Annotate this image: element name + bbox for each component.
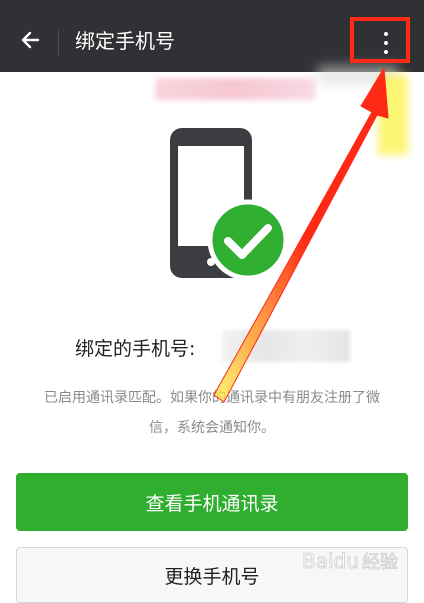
highlight-box [350, 17, 410, 63]
blurred-overlay [155, 78, 315, 100]
page-title: 绑定手机号 [75, 29, 175, 53]
description-line-2: 信，系统会通知你。 [149, 420, 275, 436]
phone-check-illustration [170, 128, 285, 280]
match-description: 已启用通讯录匹配。如果你的通讯录中有朋友注册了微 信，系统会通知你。 [12, 383, 412, 443]
arrow-left-icon[interactable] [18, 28, 42, 52]
masked-phone-number [222, 330, 350, 362]
description-line-1: 已启用通讯录匹配。如果你的通讯录中有朋友注册了微 [44, 390, 380, 406]
baidu-watermark: Baidu 经验 [302, 549, 399, 574]
svg-text:经验: 经验 [362, 552, 398, 573]
view-contacts-button[interactable]: 查看手机通讯录 [16, 473, 408, 531]
bound-phone-label: 绑定的手机号: [75, 338, 196, 360]
header-divider [58, 30, 59, 56]
svg-text:Baidu: Baidu [302, 549, 359, 573]
yellow-highlight-overlay [378, 75, 408, 155]
